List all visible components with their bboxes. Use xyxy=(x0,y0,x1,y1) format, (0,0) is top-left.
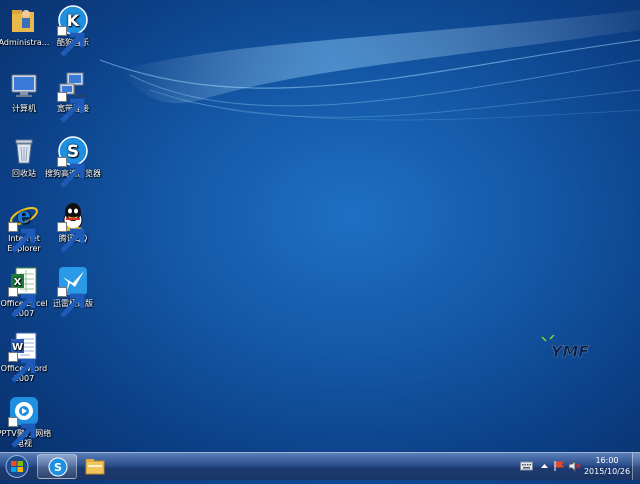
xunlei-icon xyxy=(57,265,89,318)
sogou-browser-icon: S xyxy=(57,135,89,188)
desktop-icon-kugou[interactable]: K 酷狗音乐 xyxy=(42,4,104,57)
clock-time: 16:00 xyxy=(595,456,619,465)
keyboard-icon[interactable] xyxy=(520,460,533,472)
taskbar-file-explorer[interactable] xyxy=(75,454,115,479)
desktop-icon-pptv[interactable]: PPTV聚力 网络电视 xyxy=(0,395,55,449)
desktop-icon-xunlei[interactable]: 迅雷极速版 xyxy=(42,265,104,318)
shortcut-arrow-icon xyxy=(57,157,85,188)
network-connection-icon xyxy=(57,70,89,123)
windows-logo-icon xyxy=(5,455,29,478)
user-folder-icon xyxy=(8,4,40,36)
tray-clock[interactable]: 16:00 2015/10/26 xyxy=(582,455,632,477)
show-desktop-button[interactable] xyxy=(632,453,640,480)
show-hidden-icons-icon[interactable] xyxy=(538,460,551,472)
desktop-icon-qq[interactable]: 腾讯QQ xyxy=(42,200,104,253)
desktop-icon-sogou-browser[interactable]: S 搜狗高速浏览器 xyxy=(42,135,104,188)
desktop-icon-broadband[interactable]: 宽带连接 xyxy=(42,70,104,123)
shortcut-arrow-icon xyxy=(57,26,85,57)
computer-icon xyxy=(8,70,40,102)
start-button[interactable] xyxy=(3,453,31,480)
shortcut-arrow-icon xyxy=(57,92,85,123)
shortcut-arrow-icon xyxy=(8,417,36,448)
desktop-icon-word[interactable]: W Office Word 2007 xyxy=(0,330,55,384)
excel-icon: X xyxy=(8,265,40,318)
desktop[interactable]: Administra... 计算机 回收站 e Internet Explore… xyxy=(0,0,640,452)
clock-date: 2015/10/26 xyxy=(583,467,631,476)
internet-explorer-icon: e xyxy=(8,200,40,253)
taskbar: S 16:00 2015/10/26 xyxy=(0,452,640,480)
shortcut-arrow-icon xyxy=(57,287,85,318)
shortcut-arrow-icon xyxy=(8,352,36,383)
shortcut-arrow-icon xyxy=(8,222,36,253)
volume-muted-icon[interactable] xyxy=(568,460,581,472)
brand-logo-text: YMF xyxy=(551,342,590,361)
word-icon: W xyxy=(8,330,40,383)
taskbar-sogou-browser[interactable]: S xyxy=(37,454,77,479)
recycle-bin-icon xyxy=(8,135,40,167)
shortcut-arrow-icon xyxy=(8,287,36,318)
qq-icon xyxy=(57,200,89,253)
flag-icon[interactable] xyxy=(553,460,566,472)
pptv-icon xyxy=(8,395,40,448)
brand-logo: YMF xyxy=(541,335,590,361)
sogou-browser-icon: S xyxy=(48,457,68,477)
shortcut-arrow-icon xyxy=(57,222,85,253)
kugou-music-icon: K xyxy=(57,4,89,57)
file-explorer-icon xyxy=(85,459,105,475)
svg-text:S: S xyxy=(54,461,62,474)
